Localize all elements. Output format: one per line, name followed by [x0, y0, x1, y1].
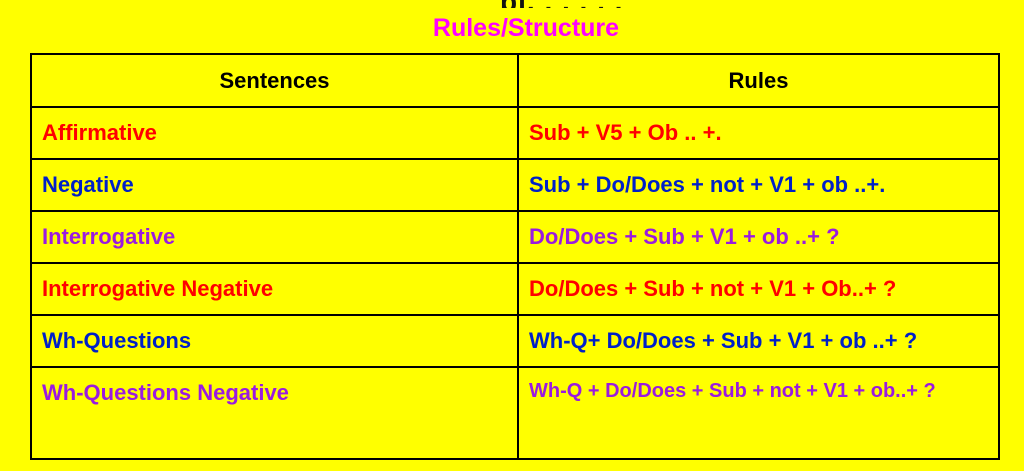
- cropped-title: pi, , , , , ,: [0, 0, 1024, 8]
- page-subtitle: Rules/Structure: [432, 14, 620, 42]
- table-row: Wh-Questions Wh-Q+ Do/Does + Sub + V1 + …: [30, 314, 1000, 368]
- column-header-sentences: Sentences: [30, 53, 519, 108]
- rule-cell: Do/Does + Sub + not + V1 + Ob..+ ?: [517, 262, 1000, 316]
- sentence-type-cell: Interrogative: [30, 210, 519, 264]
- sentence-type-cell: Wh-Questions: [30, 314, 519, 368]
- sentence-type-cell: Wh-Questions Negative: [30, 366, 519, 460]
- column-header-rules: Rules: [517, 53, 1000, 108]
- rule-cell: Sub + Do/Does + not + V1 + ob ..+.: [517, 158, 1000, 212]
- table-row: Wh-Questions Negative Wh-Q + Do/Does + S…: [30, 366, 1000, 460]
- sentence-type-cell: Negative: [30, 158, 519, 212]
- table-header-row: Sentences Rules: [30, 53, 1000, 108]
- sentence-type-cell: Interrogative Negative: [30, 262, 519, 316]
- cropped-title-text: pi, , , , , ,: [500, 0, 623, 8]
- rule-cell: Do/Does + Sub + V1 + ob ..+ ?: [517, 210, 1000, 264]
- rules-table: Sentences Rules Affirmative Sub + V5 + O…: [30, 53, 1000, 460]
- table-row: Negative Sub + Do/Does + not + V1 + ob .…: [30, 158, 1000, 212]
- table-row: Affirmative Sub + V5 + Ob .. +.: [30, 106, 1000, 160]
- rule-cell: Wh-Q+ Do/Does + Sub + V1 + ob ..+ ?: [517, 314, 1000, 368]
- table-row: Interrogative Do/Does + Sub + V1 + ob ..…: [30, 210, 1000, 264]
- rule-cell: Sub + V5 + Ob .. +.: [517, 106, 1000, 160]
- table-row: Interrogative Negative Do/Does + Sub + n…: [30, 262, 1000, 316]
- rule-cell: Wh-Q + Do/Does + Sub + not + V1 + ob..+ …: [517, 366, 1000, 460]
- sentence-type-cell: Affirmative: [30, 106, 519, 160]
